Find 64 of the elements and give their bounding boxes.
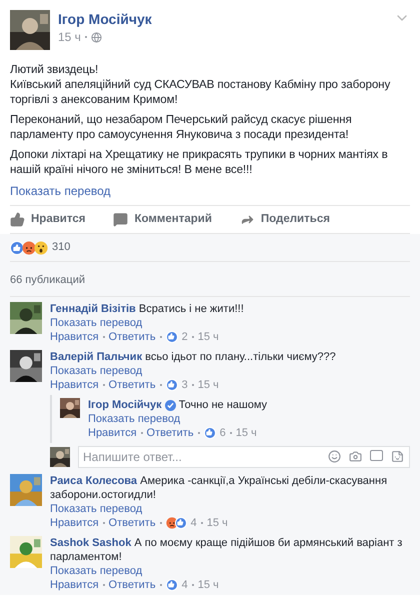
like-reaction-icon <box>166 330 178 343</box>
like-link[interactable]: Нравится <box>50 330 99 344</box>
like-link[interactable]: Нравится <box>50 378 99 392</box>
speech-bubble-icon <box>113 212 128 228</box>
like-reaction-icon <box>10 240 24 254</box>
like-reaction-icon <box>166 378 178 391</box>
author-name-link[interactable]: Ігор Мосійчук <box>58 10 386 28</box>
reaction-count: 310 <box>52 240 70 256</box>
camera-icon[interactable] <box>349 450 362 463</box>
reply-link[interactable]: Ответить <box>108 330 156 344</box>
commenter-name-link[interactable]: Валерій Пальчик <box>50 350 142 363</box>
translate-link[interactable]: Показать перевод <box>50 564 410 578</box>
publications-count: 66 публикаций <box>10 274 86 286</box>
like-link[interactable]: Нравится <box>88 426 137 440</box>
wow-reaction-icon <box>34 240 48 254</box>
post-time: 15 ч <box>58 29 81 46</box>
reply-link[interactable]: Ответить <box>108 578 156 592</box>
translate-link[interactable]: Показать перевод <box>50 502 410 516</box>
comment-text: Валерій Пальчик всьо ідьот по плану...тільки чиєму??? <box>50 350 336 364</box>
comment-text: Геннадій Візітів Всратись і не жити!!! <box>50 302 244 316</box>
like-action-button[interactable]: Нравится <box>10 211 86 228</box>
commenter-name-link[interactable]: Ігор Мосійчук <box>88 398 162 411</box>
reply-link[interactable]: Ответить <box>108 516 156 530</box>
commenter-name-link[interactable]: Sashok Sashok <box>50 536 132 549</box>
reaction-count: 6 <box>220 426 226 440</box>
reply-link[interactable]: Ответить <box>146 426 194 440</box>
thumbs-up-icon <box>10 212 25 228</box>
angry-reaction-icon <box>22 240 36 254</box>
reaction-count: 4 <box>190 516 197 530</box>
translate-link[interactable]: Показать перевод <box>50 364 336 378</box>
like-reaction-icon <box>174 516 187 529</box>
emoji-icon[interactable] <box>328 450 341 463</box>
comment-text: Ігор Мосійчук Точно не нашому <box>88 398 268 412</box>
comment-text: Раиса Колесова Америка -санкції,а Українські дебіли-скасування заборони.остогидли! <box>50 474 388 502</box>
reaction-count: 4 <box>182 578 188 592</box>
post-text: Допоки ліхтарі на Хрещатику не прикрасять трупики в чорних мантіях в нашій країні нічого не зміниться! В мене все!!! <box>10 147 389 177</box>
post-text: Лютий звиздець! <box>10 62 100 77</box>
share-action-button[interactable]: Поделиться <box>240 211 330 228</box>
comment-time: 15 ч <box>198 378 219 392</box>
like-reaction-icon <box>204 426 216 439</box>
translate-link[interactable]: Показать перевод <box>50 316 244 330</box>
translate-link[interactable]: Показать перевод <box>88 412 268 426</box>
like-link[interactable]: Нравится <box>50 516 99 530</box>
comment-action-button[interactable]: Комментарий <box>113 211 212 228</box>
post-text: Переконаний, що незабаром Печерський райсуд скасує рішення парламенту про самоусунення Януковича з посади президента! <box>10 112 353 142</box>
like-link[interactable]: Нравится <box>50 578 99 592</box>
commenter-name-link[interactable]: Раиса Колесова <box>50 474 138 487</box>
reply-input-field[interactable]: Напишите ответ... <box>78 446 410 468</box>
reaction-count: 3 <box>182 378 188 392</box>
translate-link[interactable]: Показать перевод <box>10 182 410 200</box>
sticker-icon[interactable] <box>391 450 404 463</box>
comment-time: 15 ч <box>206 516 228 530</box>
comment-time: 15 ч <box>198 578 219 592</box>
post-text: Київський апеляційний суд СКАСУВАВ постанову Кабміну про заборону торгівлі з анексованим Кримом! <box>10 77 392 107</box>
comment-text: Sashok Sashok А по моєму краще підійшов би армянський варіант з парламентом! <box>50 536 404 564</box>
comment-time: 15 ч <box>198 330 219 344</box>
angry-reaction-icon <box>166 516 178 529</box>
like-reaction-icon <box>166 578 178 591</box>
reaction-count: 2 <box>182 330 188 344</box>
gif-icon[interactable] <box>370 450 383 461</box>
reply-link[interactable]: Ответить <box>108 378 156 392</box>
comment-time: 15 ч <box>236 426 257 440</box>
globe-icon <box>90 32 102 42</box>
commenter-name-link[interactable]: Геннадій Візітів <box>50 302 136 315</box>
